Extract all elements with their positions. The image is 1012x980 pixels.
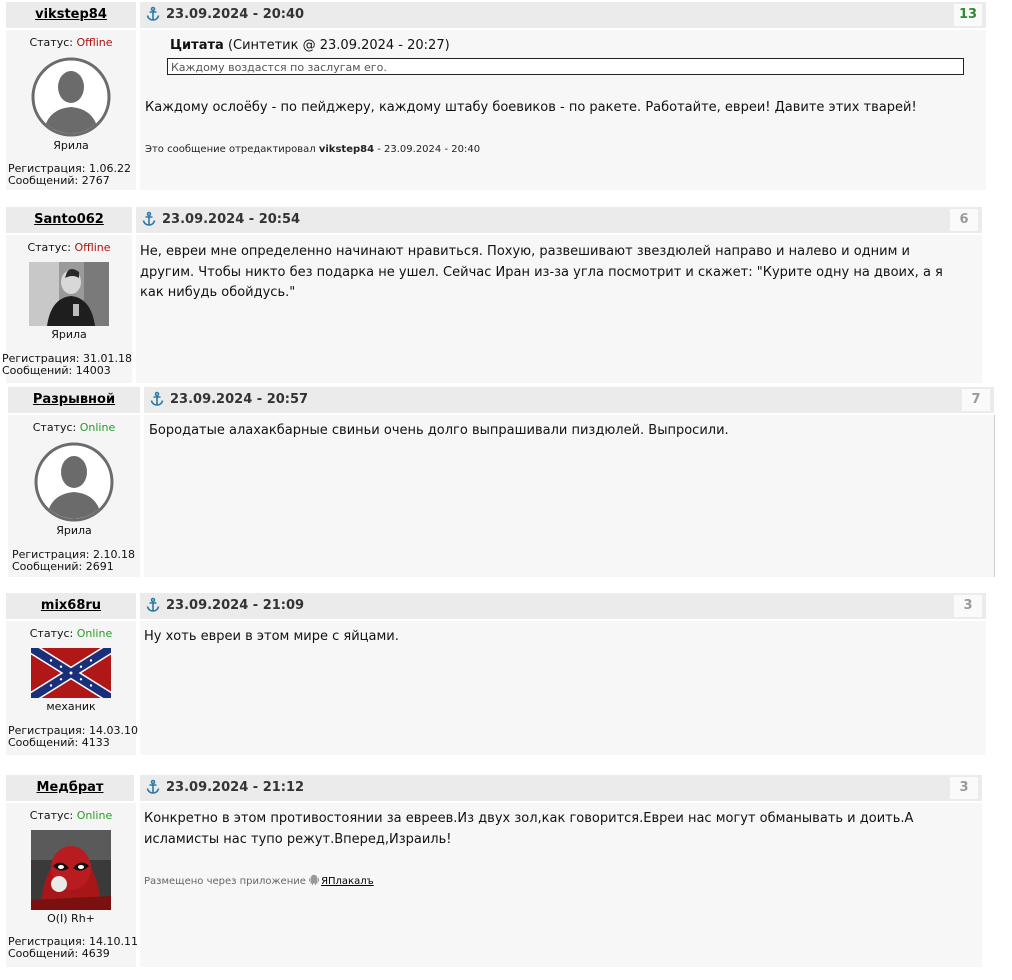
author-rank: механик: [46, 700, 96, 713]
post-body: Ну хоть евреи в этом мире с яйцами.: [140, 621, 986, 755]
author-link[interactable]: Разрывной: [33, 392, 115, 407]
author-rank: O(I) Rh+: [47, 912, 95, 925]
author-stats: Регистрация: 31.01.18 Сообщений: 14003: [2, 352, 132, 377]
author-rank: Ярила: [56, 524, 92, 537]
default-avatar-icon[interactable]: [31, 57, 111, 137]
author-stats: Регистрация: 14.10.11 Сообщений: 4639: [8, 935, 138, 960]
post-rating[interactable]: 13: [954, 4, 982, 26]
author-status: Статус: Offline: [27, 241, 111, 254]
post-header: 23.09.2024 - 20:57 7: [144, 387, 994, 413]
anchor-icon[interactable]: [146, 779, 160, 795]
post-datetime: 23.09.2024 - 20:57: [170, 392, 309, 407]
author-status: Статус: Offline: [29, 36, 113, 49]
post-author-header: vikstep84: [6, 2, 136, 28]
post-datetime: 23.09.2024 - 21:12: [166, 780, 305, 795]
quote-title: Цитата (Синтетик @ 23.09.2024 - 20:27): [170, 38, 450, 53]
quote-box: Каждому воздастся по заслугам его.: [167, 58, 964, 75]
default-avatar-icon[interactable]: [34, 442, 114, 522]
author-panel: Статус: Online Ярила Регистрация: 2.10.1…: [8, 415, 140, 577]
post-rating[interactable]: 3: [954, 595, 982, 617]
post-datetime: 23.09.2024 - 20:54: [162, 212, 301, 227]
author-panel: Статус: Online O(I) Rh+ Регистрация: 14.…: [6, 803, 138, 967]
forum-post: mix68ru 23.09.2024 - 21:09 3 Статус: Onl…: [6, 593, 986, 755]
author-status: Статус: Online: [29, 809, 113, 822]
post-rating[interactable]: 6: [950, 209, 978, 231]
anchor-icon[interactable]: [142, 211, 156, 227]
author-link[interactable]: Медбрат: [37, 780, 104, 795]
post-text: Каждому ослоёбу - по пейджеру, каждому ш…: [145, 100, 917, 115]
post-body: Конкретно в этом противостоянии за еврее…: [140, 803, 982, 967]
post-author-header: mix68ru: [6, 593, 136, 619]
post-author-header: Медбрат: [6, 775, 134, 801]
forum-post: Разрывной 23.09.2024 - 20:57 7 Статус: O…: [8, 387, 995, 577]
author-link[interactable]: vikstep84: [35, 7, 107, 22]
post-header: 23.09.2024 - 21:12 3: [140, 775, 982, 801]
post-author-header: Santo062: [6, 207, 132, 233]
anchor-icon[interactable]: [150, 391, 164, 407]
post-header: 23.09.2024 - 20:54 6: [136, 207, 982, 233]
author-link[interactable]: mix68ru: [41, 598, 101, 613]
post-body: Бородатые алахакбарные свиньи очень долг…: [144, 415, 995, 577]
confederate-flag[interactable]: [31, 648, 111, 698]
post-rating[interactable]: 7: [962, 389, 990, 411]
post-datetime: 23.09.2024 - 21:09: [166, 598, 305, 613]
anchor-icon[interactable]: [146, 6, 160, 22]
author-status: Статус: Online: [29, 627, 113, 640]
forum-post: Медбрат 23.09.2024 - 21:12 3 Статус: Onl…: [6, 775, 982, 967]
author-stats: Регистрация: 1.06.22 Сообщений: 2767: [8, 162, 131, 187]
forum-post: vikstep84 23.09.2024 - 20:40 13 Статус: …: [6, 2, 986, 190]
post-text: Бородатые алахакбарные свиньи очень долг…: [149, 423, 729, 438]
edit-note: Это сообщение отредактировал vikstep84 -…: [145, 144, 481, 155]
author-status: Статус: Online: [32, 421, 116, 434]
post-text: Конкретно в этом противостоянии за еврее…: [144, 811, 914, 847]
author-stats: Регистрация: 14.03.10 Сообщений: 4133: [8, 724, 138, 749]
post-text: Ну хоть евреи в этом мире с яйцами.: [144, 629, 399, 644]
author-link[interactable]: Santo062: [34, 212, 104, 227]
anchor-icon[interactable]: [146, 597, 160, 613]
android-icon: [309, 874, 320, 885]
post-rating[interactable]: 3: [950, 777, 978, 799]
author-panel: Статус: Online механик Регистрация: 14.0…: [6, 621, 138, 755]
posted-via-note: Размещено через приложение ЯПлакалъ: [144, 874, 374, 887]
post-body: Цитата (Синтетик @ 23.09.2024 - 20:27) К…: [140, 30, 986, 190]
author-stats: Регистрация: 2.10.18 Сообщений: 2691: [12, 548, 135, 573]
user-photo[interactable]: [29, 262, 109, 326]
post-author-header: Разрывной: [8, 387, 140, 413]
post-datetime: 23.09.2024 - 20:40: [166, 7, 305, 22]
author-panel: Статус: Offline Ярила Регистрация: 31.01…: [2, 235, 132, 383]
app-link[interactable]: ЯПлакалъ: [321, 876, 374, 887]
author-rank: Ярила: [51, 328, 87, 341]
author-panel: Статус: Offline Ярила Регистрация: 1.06.…: [6, 30, 136, 190]
post-header: 23.09.2024 - 21:09 3: [140, 593, 986, 619]
forum-post: Santo062 23.09.2024 - 20:54 6 Статус: Of…: [2, 207, 982, 383]
author-rank: Ярила: [53, 139, 89, 152]
deadpool-image[interactable]: [31, 830, 111, 910]
post-header: 23.09.2024 - 20:40 13: [140, 2, 986, 28]
post-body: Не, евреи мне определенно начинают нрави…: [136, 235, 982, 383]
post-text: Не, евреи мне определенно начинают нрави…: [140, 244, 943, 300]
